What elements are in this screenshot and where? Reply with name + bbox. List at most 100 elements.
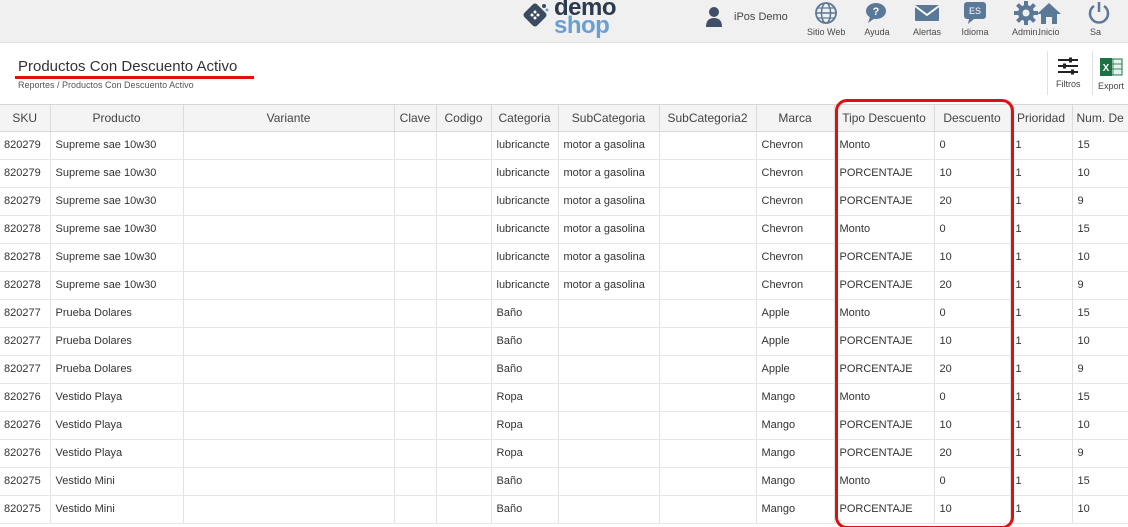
toolbar-divider xyxy=(1092,51,1093,95)
cell-subcategoria2 xyxy=(659,159,757,188)
cell-tipo-descuento: Monto xyxy=(834,467,935,496)
nav-inicio[interactable]: Inicio xyxy=(1037,0,1061,42)
column-header-producto[interactable]: Producto xyxy=(50,105,184,132)
cell-categoria: lubricancte xyxy=(491,159,559,188)
table-row[interactable]: 820278 Supreme sae 10w30 lubricancte motor … xyxy=(0,215,1128,244)
cell-variante xyxy=(183,299,395,328)
cell-codigo xyxy=(436,215,492,244)
nav-salir[interactable]: Sa xyxy=(1084,0,1128,42)
table-row[interactable]: 820279 Supreme sae 10w30 lubricancte motor … xyxy=(0,131,1128,160)
table-row[interactable]: 820278 Supreme sae 10w30 lubricancte motor … xyxy=(0,243,1128,272)
envelope-icon xyxy=(914,5,940,21)
cell-prioridad: 1 xyxy=(1010,411,1073,440)
breadcrumb[interactable]: Reportes / Productos Con Descuento Activ… xyxy=(18,80,194,90)
table-row[interactable]: 820277 Prueba Dolares Baño Apple Monto 0 1 15 xyxy=(0,299,1128,328)
top-bar: demo shop iPos Demo Sitio Web ? Ayuda Al… xyxy=(0,0,1128,43)
toolbar-divider xyxy=(1047,51,1048,95)
cell-descuento: 20 xyxy=(934,271,1011,300)
filters-button[interactable]: Filtros xyxy=(1056,57,1081,89)
cell-producto: Supreme sae 10w30 xyxy=(50,271,184,300)
column-header-marca[interactable]: Marca xyxy=(756,105,835,132)
column-header-tipo-descuento[interactable]: Tipo Descuento xyxy=(834,105,935,132)
nav-label: Idioma xyxy=(961,27,989,37)
brand-name-line2: shop xyxy=(554,12,610,39)
cell-categoria: lubricancte xyxy=(491,131,559,160)
brand-mark-icon xyxy=(523,3,549,27)
cell-variante xyxy=(183,131,395,160)
cell-codigo xyxy=(436,271,492,300)
table-row[interactable]: 820275 Vestido Mini Baño Mango Monto 0 1 15 xyxy=(0,467,1128,496)
nav-ayuda[interactable]: ? Ayuda xyxy=(863,0,891,42)
cell-sku: 820277 xyxy=(0,355,51,384)
column-header-codigo[interactable]: Codigo xyxy=(436,105,492,132)
cell-tipo-descuento: Monto xyxy=(834,383,935,412)
home-icon xyxy=(1037,3,1061,24)
cell-producto: Supreme sae 10w30 xyxy=(50,215,184,244)
cell-producto: Vestido Mini xyxy=(50,495,184,524)
table-row[interactable]: 820276 Vestido Playa Ropa Mango PORCENTAJE 10… xyxy=(0,411,1128,440)
cell-prioridad: 1 xyxy=(1010,467,1073,496)
nav-alertas[interactable]: Alertas xyxy=(913,0,941,42)
cell-clave xyxy=(394,187,437,216)
cell-descuento: 20 xyxy=(934,187,1011,216)
cell-clave xyxy=(394,243,437,272)
table-row[interactable]: 820278 Supreme sae 10w30 lubricancte motor … xyxy=(0,271,1128,300)
column-header-descuento[interactable]: Descuento xyxy=(934,105,1011,132)
cell-subcategoria xyxy=(558,411,660,440)
cell-num-de: 10 xyxy=(1072,243,1128,272)
products-table: SKU Producto Variante Clave Codigo Categ… xyxy=(0,105,1128,524)
column-header-clave[interactable]: Clave xyxy=(394,105,437,132)
nav-sitio-web[interactable]: Sitio Web xyxy=(807,0,845,42)
table-row[interactable]: 820275 Vestido Mini Baño Mango PORCENTAJE 10 1… xyxy=(0,495,1128,524)
table-row[interactable]: 820277 Prueba Dolares Baño Apple PORCENTAJE 1… xyxy=(0,327,1128,356)
cell-clave xyxy=(394,215,437,244)
cell-marca: Chevron xyxy=(756,187,835,216)
column-header-sku[interactable]: SKU xyxy=(0,105,51,132)
cell-subcategoria2 xyxy=(659,327,757,356)
cell-subcategoria xyxy=(558,495,660,524)
cell-codigo xyxy=(436,131,492,160)
language-badge: ES xyxy=(969,6,981,16)
cell-producto: Vestido Mini xyxy=(50,467,184,496)
cell-codigo xyxy=(436,383,492,412)
cell-num-de: 10 xyxy=(1072,159,1128,188)
user-menu[interactable]: iPos Demo xyxy=(704,4,788,30)
column-header-subcategoria[interactable]: SubCategoria xyxy=(558,105,660,132)
cell-variante xyxy=(183,327,395,356)
cell-codigo xyxy=(436,439,492,468)
column-header-categoria[interactable]: Categoria xyxy=(491,105,559,132)
cell-descuento: 10 xyxy=(934,495,1011,524)
cell-descuento: 10 xyxy=(934,159,1011,188)
table-row[interactable]: 820276 Vestido Playa Ropa Mango PORCENTAJE 20… xyxy=(0,439,1128,468)
table-row[interactable]: 820276 Vestido Playa Ropa Mango Monto 0 1 15 xyxy=(0,383,1128,412)
nav-label: Sa xyxy=(1090,27,1102,37)
nav-label: Inicio xyxy=(1038,27,1060,37)
products-grid[interactable]: SKU Producto Variante Clave Codigo Categ… xyxy=(0,104,1128,527)
cell-num-de: 15 xyxy=(1072,131,1128,160)
table-row[interactable]: 820277 Prueba Dolares Baño Apple PORCENTAJE 2… xyxy=(0,355,1128,384)
cell-clave xyxy=(394,327,437,356)
cell-descuento: 10 xyxy=(934,411,1011,440)
table-row[interactable]: 820279 Supreme sae 10w30 lubricancte motor … xyxy=(0,159,1128,188)
sliders-icon xyxy=(1058,57,1079,75)
cell-subcategoria xyxy=(558,467,660,496)
export-label: Export xyxy=(1098,81,1125,91)
cell-subcategoria2 xyxy=(659,187,757,216)
table-row[interactable]: 820279 Supreme sae 10w30 lubricancte motor … xyxy=(0,187,1128,216)
cell-descuento: 0 xyxy=(934,299,1011,328)
column-header-subcategoria2[interactable]: SubCategoria2 xyxy=(659,105,757,132)
cell-tipo-descuento: PORCENTAJE xyxy=(834,187,935,216)
nav-idioma[interactable]: ES Idioma xyxy=(961,0,989,42)
column-header-prioridad[interactable]: Prioridad xyxy=(1010,105,1073,132)
column-header-num-de[interactable]: Num. De xyxy=(1072,105,1128,132)
column-header-variante[interactable]: Variante xyxy=(183,105,395,132)
cell-categoria: lubricancte xyxy=(491,243,559,272)
cell-categoria: lubricancte xyxy=(491,215,559,244)
cell-marca: Chevron xyxy=(756,243,835,272)
cell-sku: 820276 xyxy=(0,439,51,468)
cell-subcategoria: motor a gasolina xyxy=(558,131,660,160)
cell-codigo xyxy=(436,159,492,188)
cell-categoria: Baño xyxy=(491,299,559,328)
export-button[interactable]: X Export xyxy=(1098,57,1124,91)
excel-icon: X xyxy=(1100,58,1123,76)
